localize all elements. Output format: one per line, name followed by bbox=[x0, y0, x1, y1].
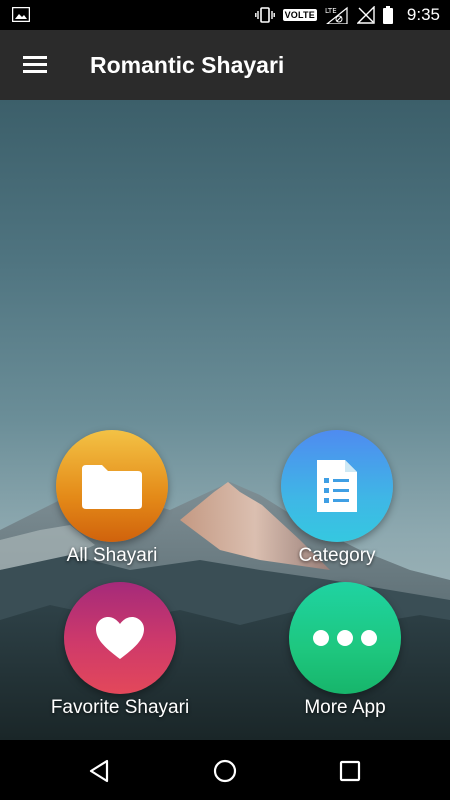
all-shayari-label: All Shayari bbox=[66, 545, 158, 566]
more-app-circle[interactable] bbox=[289, 582, 401, 694]
folder-icon bbox=[82, 465, 142, 509]
no-sim-icon bbox=[356, 6, 375, 24]
navigation-bar bbox=[0, 740, 450, 800]
all-shayari-button[interactable]: All Shayari bbox=[12, 430, 212, 567]
vibrate-icon bbox=[254, 7, 275, 23]
app-bar: Romantic Shayari bbox=[0, 30, 450, 100]
recents-icon[interactable] bbox=[337, 758, 363, 784]
home-icon[interactable] bbox=[212, 758, 238, 784]
favorite-shayari-label: Favorite Shayari bbox=[50, 697, 190, 718]
more-app-label: More App bbox=[304, 697, 386, 718]
category-button[interactable]: Category bbox=[237, 430, 437, 567]
more-dots-icon bbox=[313, 630, 377, 646]
status-bar: VOLTE LTE 9:35 bbox=[0, 0, 450, 30]
more-app-button[interactable]: More App bbox=[245, 582, 445, 719]
signal-lte-icon: LTE bbox=[325, 6, 348, 24]
status-time: 9:35 bbox=[406, 5, 440, 24]
back-icon[interactable] bbox=[87, 758, 113, 784]
hamburger-menu-icon[interactable] bbox=[16, 50, 54, 80]
battery-icon bbox=[382, 6, 393, 24]
favorite-shayari-circle[interactable] bbox=[64, 582, 176, 694]
image-icon bbox=[12, 7, 30, 22]
category-label: Category bbox=[298, 545, 376, 566]
document-list-icon bbox=[317, 460, 357, 512]
heart-icon bbox=[96, 617, 144, 659]
page-title: Romantic Shayari bbox=[90, 52, 285, 78]
volte-icon: VOLTE bbox=[282, 9, 317, 21]
svg-text:LTE: LTE bbox=[325, 7, 337, 15]
favorite-shayari-button[interactable]: Favorite Shayari bbox=[20, 582, 220, 719]
category-circle[interactable] bbox=[281, 430, 393, 542]
all-shayari-circle[interactable] bbox=[56, 430, 168, 542]
